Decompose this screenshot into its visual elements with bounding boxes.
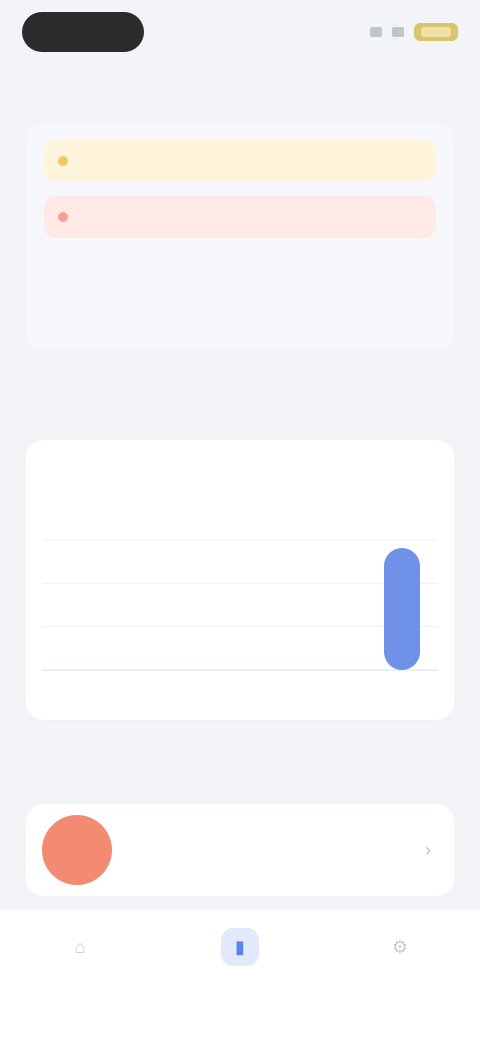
app-screen: › ⌂ ▮ ⚙ bbox=[0, 0, 480, 1040]
day-item[interactable] bbox=[396, 256, 436, 272]
day-item[interactable] bbox=[279, 256, 319, 272]
tab-stats[interactable]: ▮ bbox=[180, 928, 300, 1012]
chart-icon: ▮ bbox=[221, 928, 259, 966]
wifi-icon bbox=[392, 27, 404, 37]
week-card bbox=[26, 124, 454, 350]
signal-icon bbox=[370, 27, 382, 37]
list-item[interactable]: › bbox=[26, 804, 454, 896]
stat-item bbox=[46, 458, 166, 468]
status-icons bbox=[370, 23, 458, 41]
settings-icon: ⚙ bbox=[391, 936, 409, 957]
stats-row bbox=[42, 458, 438, 468]
day-item[interactable] bbox=[161, 256, 201, 272]
chart-bars bbox=[384, 548, 420, 670]
chart-bar[interactable] bbox=[384, 548, 420, 670]
warning-dot-icon bbox=[58, 156, 68, 166]
stats-card bbox=[26, 440, 454, 720]
day-item[interactable] bbox=[337, 256, 377, 272]
chart-grid bbox=[42, 539, 438, 671]
day-item[interactable] bbox=[220, 256, 260, 272]
battery-level bbox=[421, 27, 451, 37]
bar-chart bbox=[42, 539, 438, 671]
list-item-text bbox=[126, 846, 404, 854]
tab-bar: ⌂ ▮ ⚙ bbox=[0, 910, 480, 1040]
tab-settings[interactable]: ⚙ bbox=[340, 928, 460, 1012]
stat-item bbox=[314, 458, 434, 468]
day-item[interactable] bbox=[44, 256, 84, 272]
avatar bbox=[42, 815, 112, 885]
alert-warning[interactable] bbox=[44, 140, 436, 182]
chevron-right-icon: › bbox=[425, 839, 431, 860]
status-time bbox=[22, 12, 144, 52]
home-icon: ⌂ bbox=[74, 936, 86, 957]
day-strip bbox=[44, 256, 436, 272]
tab-home[interactable]: ⌂ bbox=[20, 928, 140, 1012]
day-item[interactable] bbox=[103, 256, 143, 272]
status-bar bbox=[0, 0, 480, 64]
alert-danger[interactable] bbox=[44, 196, 436, 238]
chart-area bbox=[42, 532, 438, 702]
danger-dot-icon bbox=[58, 212, 68, 222]
battery-icon bbox=[414, 23, 458, 41]
stat-item bbox=[180, 458, 300, 468]
